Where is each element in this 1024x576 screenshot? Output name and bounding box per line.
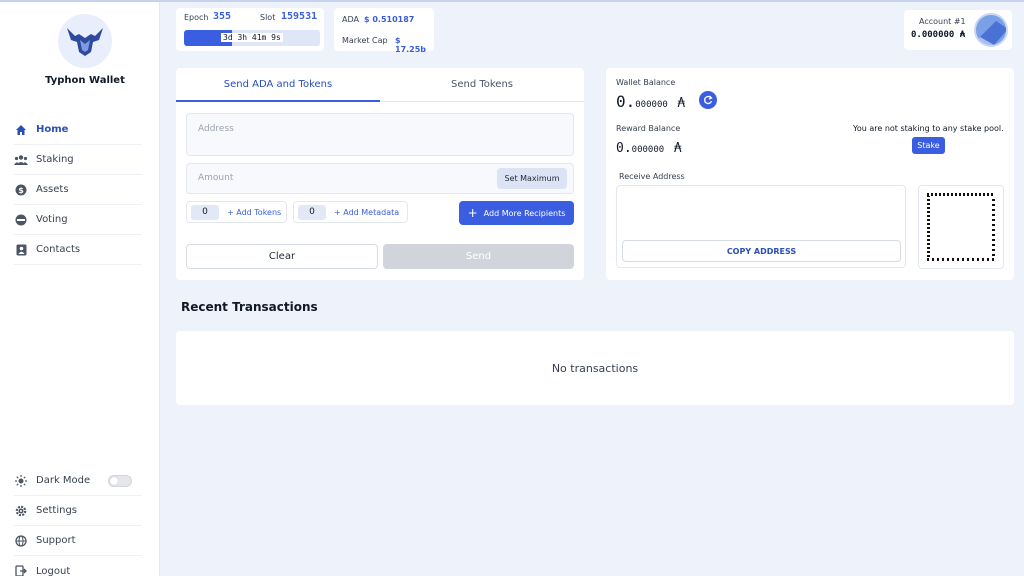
wallet-card: Wallet Balance 0.000000 ₳ Reward Balance… bbox=[606, 68, 1014, 280]
sidebar-item-contacts[interactable]: Contacts bbox=[14, 235, 142, 265]
globe-icon bbox=[14, 534, 28, 548]
sidebar-item-label: Voting bbox=[36, 214, 68, 225]
ada-price: $ 0.510187 bbox=[364, 15, 415, 24]
tab-send-tokens[interactable]: Send Tokens bbox=[380, 68, 584, 102]
set-maximum-button[interactable]: Set Maximum bbox=[497, 168, 567, 189]
refresh-button[interactable] bbox=[699, 91, 717, 109]
market-cap-value: $ 17.25b bbox=[395, 36, 427, 54]
sidebar-item-home[interactable]: Home bbox=[14, 115, 142, 145]
transactions-list: No transactions bbox=[176, 331, 1014, 405]
account-card[interactable]: Account #1 0.000000 ₳ bbox=[904, 10, 1012, 50]
svg-text:$: $ bbox=[18, 186, 24, 195]
gear-icon bbox=[14, 504, 28, 518]
sidebar-item-label: Settings bbox=[36, 505, 78, 516]
no-transactions-text: No transactions bbox=[551, 361, 639, 375]
sidebar-item-settings[interactable]: Settings bbox=[14, 496, 142, 526]
tokens-count: 0 bbox=[191, 204, 219, 220]
slot-label: Slot bbox=[260, 13, 276, 22]
bull-logo-icon bbox=[67, 28, 103, 56]
account-name: Account #1 bbox=[919, 17, 966, 26]
epoch-label: Epoch bbox=[184, 13, 209, 22]
wallet-balance-dec: 000000 bbox=[635, 100, 668, 110]
reward-balance-label: Reward Balance bbox=[616, 124, 681, 133]
tab-send-ada-and-tokens[interactable]: Send ADA and Tokens bbox=[176, 68, 380, 102]
wallet-balance-label: Wallet Balance bbox=[616, 78, 676, 87]
add-metadata-link[interactable]: + Add Metadata bbox=[334, 208, 399, 217]
add-tokens-control[interactable]: 0 + Add Tokens bbox=[186, 201, 287, 223]
sidebar-item-assets[interactable]: $ Assets bbox=[14, 175, 142, 205]
slot-value: 159531 bbox=[281, 11, 318, 22]
sidebar-item-label: Logout bbox=[36, 565, 71, 576]
vote-icon bbox=[14, 213, 28, 227]
receive-address-label: Receive Address bbox=[619, 172, 685, 181]
dollar-icon: $ bbox=[14, 183, 28, 197]
wallet-balance-value: 0.000000 ₳ bbox=[616, 92, 685, 111]
add-more-recipients-button[interactable]: + Add More Recipients bbox=[459, 201, 574, 225]
stake-notice: You are not staking to any stake pool. bbox=[853, 124, 1004, 133]
brand-name: Typhon Wallet bbox=[45, 75, 125, 86]
sidebar-item-logout[interactable]: Logout bbox=[14, 556, 142, 576]
copy-address-button[interactable]: COPY ADDRESS bbox=[622, 240, 901, 262]
plus-icon: + bbox=[467, 206, 478, 220]
sidebar-item-label: Assets bbox=[36, 184, 69, 195]
ada-symbol: ₳ bbox=[677, 96, 686, 111]
price-card: ADA $ 0.510187 Market Cap $ 17.25b bbox=[334, 8, 434, 54]
sidebar-item-label: Support bbox=[36, 535, 76, 546]
sidebar-item-label: Contacts bbox=[36, 244, 81, 255]
sidebar-item-staking[interactable]: Staking bbox=[14, 145, 142, 175]
wallet-balance-int: 0. bbox=[616, 92, 636, 111]
epoch-value: 355 bbox=[213, 11, 232, 22]
reward-balance-value: 0.000000 ₳ bbox=[616, 137, 682, 156]
sidebar-item-label: Dark Mode bbox=[36, 475, 91, 486]
sun-icon bbox=[14, 474, 28, 488]
users-icon bbox=[14, 153, 28, 167]
dark-mode-toggle[interactable] bbox=[108, 475, 132, 487]
sidebar-item-support[interactable]: Support bbox=[14, 526, 142, 556]
add-recipients-label: Add More Recipients bbox=[483, 208, 566, 218]
sidebar-item-label: Home bbox=[36, 124, 69, 135]
send-card: Send ADA and Tokens Send Tokens Address … bbox=[176, 68, 584, 280]
refresh-icon bbox=[704, 95, 713, 105]
contacts-icon bbox=[14, 243, 28, 257]
account-avatar-icon bbox=[976, 21, 1006, 45]
clear-button[interactable]: Clear bbox=[186, 244, 378, 269]
stake-button[interactable]: Stake bbox=[912, 137, 945, 154]
avatar[interactable] bbox=[974, 13, 1008, 47]
account-balance: 0.000000 ₳ bbox=[911, 30, 966, 40]
typhon-logo bbox=[58, 14, 112, 68]
logout-icon bbox=[14, 564, 28, 576]
reward-balance-int: 0. bbox=[616, 141, 632, 156]
send-button[interactable]: Send bbox=[383, 244, 574, 269]
sidebar: Typhon Wallet Home Staking $ Assets Voti… bbox=[0, 2, 160, 576]
epoch-remaining: 3d 3h 41m 9s bbox=[221, 33, 283, 42]
qr-code bbox=[927, 193, 995, 261]
add-tokens-link[interactable]: + Add Tokens bbox=[227, 208, 281, 217]
home-icon bbox=[14, 123, 28, 137]
ada-label: ADA bbox=[342, 15, 359, 24]
sidebar-item-voting[interactable]: Voting bbox=[14, 205, 142, 235]
sidebar-item-label: Staking bbox=[36, 154, 74, 165]
reward-balance-dec: 000000 bbox=[631, 145, 665, 155]
address-input[interactable]: Address bbox=[186, 113, 574, 156]
recent-transactions-title: Recent Transactions bbox=[181, 300, 318, 314]
ada-symbol: ₳ bbox=[673, 141, 682, 156]
metadata-count: 0 bbox=[298, 204, 326, 220]
qr-code-box bbox=[918, 185, 1004, 269]
epoch-card: Epoch 355 Slot 159531 3d 3h 41m 9s bbox=[176, 8, 324, 51]
add-metadata-control[interactable]: 0 + Add Metadata bbox=[293, 201, 408, 223]
market-cap-label: Market Cap bbox=[342, 36, 388, 45]
